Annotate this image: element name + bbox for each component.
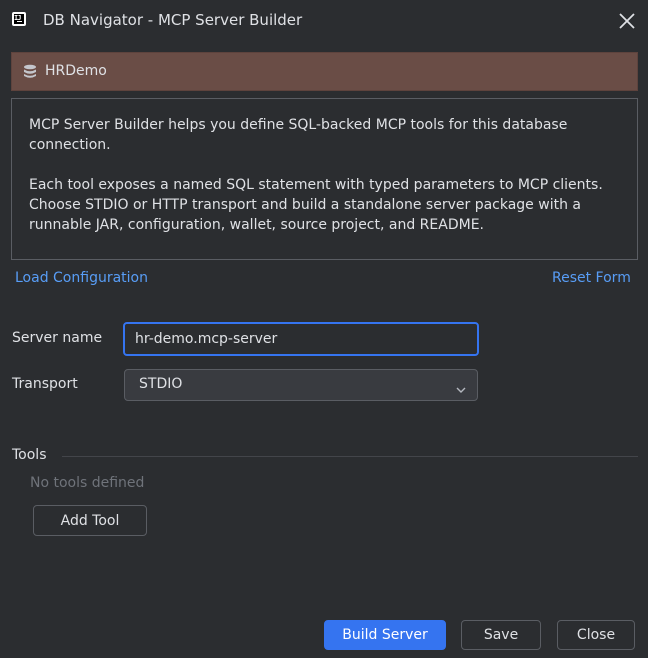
server-name-input[interactable] — [135, 329, 465, 349]
build-server-button[interactable]: Build Server — [324, 620, 446, 650]
add-tool-button[interactable]: Add Tool — [33, 505, 147, 536]
title-bar: IJ DB Navigator - MCP Server Builder — [0, 0, 648, 42]
intellij-app-icon: IJ — [12, 12, 26, 26]
load-configuration-link[interactable]: Load Configuration — [15, 270, 148, 286]
transport-label: Transport — [12, 376, 78, 392]
save-button[interactable]: Save — [461, 620, 541, 650]
database-icon — [23, 64, 37, 83]
transport-selected-value: STDIO — [139, 376, 183, 392]
transport-select[interactable]: STDIO — [124, 369, 478, 401]
description-panel: MCP Server Builder helps you define SQL-… — [11, 98, 638, 260]
chevron-down-icon — [455, 380, 467, 399]
server-name-label: Server name — [12, 330, 103, 346]
reset-form-link[interactable]: Reset Form — [552, 270, 631, 286]
close-button[interactable]: Close — [557, 620, 635, 650]
close-icon[interactable] — [614, 6, 640, 34]
server-name-field-frame — [123, 322, 479, 356]
description-text: MCP Server Builder helps you define SQL-… — [29, 117, 603, 233]
tools-section-title: Tools — [12, 447, 47, 463]
tools-empty-text: No tools defined — [30, 475, 145, 491]
connection-header: HRDemo — [11, 52, 638, 91]
window-title: DB Navigator - MCP Server Builder — [43, 11, 303, 29]
connection-name: HRDemo — [45, 63, 107, 79]
tools-section-divider — [62, 456, 638, 457]
